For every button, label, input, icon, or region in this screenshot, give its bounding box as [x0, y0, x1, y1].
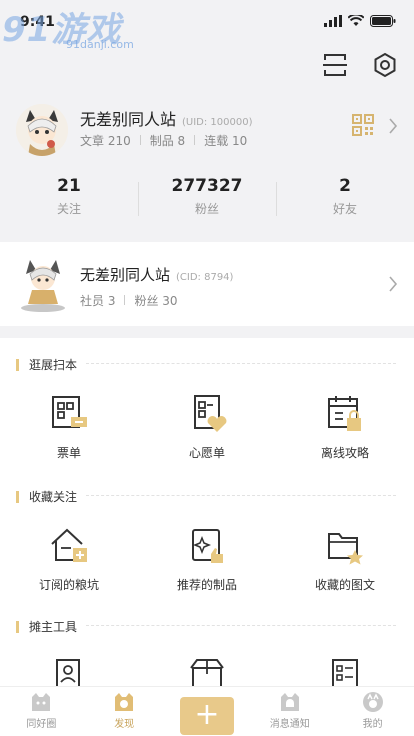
circle-avatar — [21, 260, 65, 312]
serials-count: 连载 10 — [204, 134, 248, 148]
avatar[interactable] — [16, 104, 68, 156]
wishlist-icon — [194, 395, 227, 432]
circle-fans: 粉丝 30 — [134, 294, 178, 308]
following-label: 关注 — [56, 202, 81, 216]
section-grid: 订阅的粮坑 推荐的制品 收藏的图文 — [0, 526, 414, 593]
products-count: 制品 8 — [149, 134, 186, 148]
tab-label: 发现 — [114, 719, 135, 730]
section-title: 摊主工具 — [16, 618, 396, 635]
recommended-item[interactable]: 推荐的制品 — [138, 526, 276, 593]
watermark-logo: 91游戏 91danji.com — [2, 2, 142, 54]
watermark-url: 91danji.com — [66, 38, 134, 51]
articles-count: 文章 210 — [80, 134, 131, 148]
circle-members: 社员 3 — [80, 294, 116, 308]
chevron-right-icon[interactable] — [388, 118, 398, 134]
friends-stat[interactable]: 2 好友 — [276, 176, 414, 226]
friends-count: 2 — [339, 176, 351, 196]
favorites-label: 收藏的图文 — [314, 578, 375, 592]
section-label: 收藏关注 — [29, 490, 78, 504]
recommended-label: 推荐的制品 — [176, 578, 237, 592]
calendar-bag-icon — [328, 396, 361, 431]
settings-icon[interactable] — [372, 52, 398, 78]
fans-label: 粉丝 — [194, 202, 219, 216]
friends-label: 好友 — [332, 202, 357, 216]
offline-guide-label: 离线攻略 — [320, 446, 369, 460]
subscribed-label: 订阅的粮坑 — [38, 578, 99, 592]
qr-code-icon[interactable] — [352, 114, 374, 136]
profile-stats: 文章 210 制品 8 连载 10 — [80, 132, 247, 149]
bell-icon — [280, 693, 299, 711]
wishlist-label: 心愿单 — [188, 446, 225, 460]
favorites-item[interactable]: 收藏的图文 — [276, 526, 414, 593]
folder-star-icon — [328, 533, 363, 565]
offline-guide-item[interactable]: 离线攻略 — [276, 394, 414, 461]
fans-count: 277327 — [171, 176, 243, 196]
signal-icon — [324, 15, 342, 27]
profile-header[interactable]: 无差别同人站 (UID: 100000) 文章 210 制品 8 连载 10 — [0, 96, 414, 176]
discover-icon — [115, 693, 134, 711]
tab-label: 同好圈 — [26, 719, 57, 730]
circle-card[interactable]: 无差别同人站 (CID: 8794) 社员 3 粉丝 30 — [0, 242, 414, 326]
ticket-label: 票单 — [56, 446, 81, 460]
profile-name: 无差别同人站 — [80, 110, 177, 129]
fans-stat[interactable]: 277327 粉丝 — [138, 176, 276, 226]
follow-stats: 21 关注 277327 粉丝 2 好友 — [0, 176, 414, 226]
avatar-image — [16, 104, 68, 156]
ticket-icon — [52, 396, 87, 428]
cat-icon — [32, 693, 51, 711]
subscribed-item[interactable]: 订阅的粮坑 — [0, 526, 138, 593]
tab-notifications[interactable]: 消息通知 — [248, 687, 331, 736]
tab-create[interactable]: + — [166, 687, 249, 736]
circle-cid: (CID: 8794) — [176, 272, 234, 283]
profile-icon — [362, 692, 383, 712]
tab-bar: 同好圈 发现 + 消息通知 我的 — [0, 686, 414, 736]
following-count: 21 — [57, 176, 81, 196]
circle-name: 无差别同人站 — [80, 266, 171, 284]
create-button[interactable]: + — [179, 697, 234, 735]
section-label: 逛展扫本 — [29, 358, 78, 372]
wishlist-item[interactable]: 心愿单 — [138, 394, 276, 461]
battery-icon — [370, 15, 396, 27]
circle-stats: 社员 3 粉丝 30 — [80, 292, 178, 309]
tools-panel: 逛展扫本 票单 心愿单 离线攻略 收藏关注 订阅的粮坑 推荐的制品 收藏的图文 … — [0, 338, 414, 736]
thumbs-up-icon — [192, 529, 223, 563]
scan-icon[interactable] — [322, 52, 348, 78]
following-stat[interactable]: 21 关注 — [0, 176, 138, 226]
wifi-icon — [348, 15, 364, 26]
ticket-list-item[interactable]: 票单 — [0, 394, 138, 461]
section-grid: 票单 心愿单 离线攻略 — [0, 394, 414, 461]
tab-me[interactable]: 我的 — [331, 687, 414, 736]
section-title: 收藏关注 — [16, 488, 396, 505]
profile-uid: (UID: 100000) — [182, 117, 253, 128]
tab-community[interactable]: 同好圈 — [0, 687, 83, 736]
header-actions — [322, 52, 398, 78]
tab-label: 消息通知 — [269, 719, 310, 730]
house-icon — [51, 528, 87, 562]
chevron-right-icon[interactable] — [388, 276, 398, 292]
tab-discover[interactable]: 发现 — [83, 687, 166, 736]
section-title: 逛展扫本 — [16, 356, 396, 373]
section-label: 摊主工具 — [29, 620, 78, 634]
tab-label: 我的 — [362, 719, 383, 730]
